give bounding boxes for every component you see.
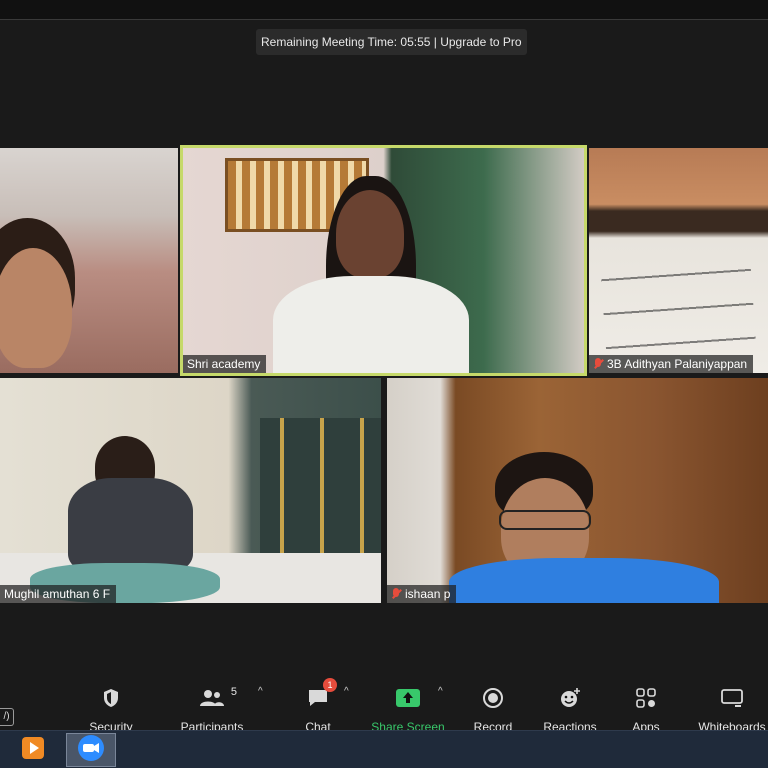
participant-count: 5	[230, 686, 237, 698]
participant-video	[387, 378, 768, 603]
meeting-time-banner[interactable]: Remaining Meeting Time: 05:55 | Upgrade …	[256, 29, 527, 55]
media-player-icon	[20, 735, 46, 766]
taskbar-zoom[interactable]	[66, 733, 116, 767]
participant-name-tag: ishaan p	[387, 585, 457, 603]
record-icon	[483, 684, 503, 712]
smiley-plus-icon	[559, 684, 581, 712]
apps-icon	[636, 684, 656, 712]
people-icon: 5	[199, 684, 237, 712]
mic-muted-icon	[593, 358, 603, 370]
participant-tile-active-speaker[interactable]: Shri academy	[180, 145, 587, 376]
shield-icon	[102, 684, 120, 712]
participant-name: Shri academy	[187, 357, 261, 371]
participant-name: 3B Adithyan Palaniyappan	[607, 357, 748, 371]
participant-tile[interactable]: Mughil amuthan 6 F	[0, 378, 381, 603]
participants-options-caret[interactable]: ^	[258, 686, 263, 697]
participant-name: Mughil amuthan 6 F	[4, 587, 111, 601]
participant-name-tag: Mughil amuthan 6 F	[0, 585, 117, 603]
chat-bubble-icon: 1	[307, 678, 337, 712]
participant-face	[0, 248, 72, 368]
participant-torso	[68, 478, 193, 573]
mic-muted-icon	[391, 588, 401, 600]
chat-options-caret[interactable]: ^	[344, 686, 349, 697]
share-options-caret[interactable]: ^	[438, 686, 443, 697]
participant-tile[interactable]	[0, 148, 178, 373]
end-control-stub[interactable]: /)	[0, 708, 14, 726]
whiteboard-icon	[721, 684, 743, 712]
os-taskbar	[0, 730, 768, 768]
participant-video	[589, 148, 768, 373]
chat-unread-badge: 1	[323, 678, 337, 692]
taskbar-media-player[interactable]	[8, 733, 58, 767]
meeting-toolbar: Security 5 Participants ^ 1 Chat ^ Share…	[0, 674, 768, 734]
participant-name: ishaan p	[405, 587, 451, 601]
share-arrow-icon	[396, 684, 420, 712]
participant-video	[0, 148, 178, 373]
participant-glasses	[499, 510, 591, 530]
participant-torso	[273, 276, 469, 373]
participant-name-tag: 3B Adithyan Palaniyappan	[589, 355, 754, 373]
window-top-bar	[0, 0, 768, 20]
participant-tile[interactable]: ishaan p	[387, 378, 768, 603]
zoom-camera-icon	[77, 734, 105, 767]
participant-name-tag: Shri academy	[183, 355, 267, 373]
participant-tile[interactable]: 3B Adithyan Palaniyappan	[589, 148, 768, 373]
paper-writing	[600, 252, 756, 354]
participant-torso	[449, 558, 719, 603]
participant-video	[0, 378, 381, 603]
participant-video	[183, 148, 584, 373]
participant-face	[336, 190, 404, 278]
